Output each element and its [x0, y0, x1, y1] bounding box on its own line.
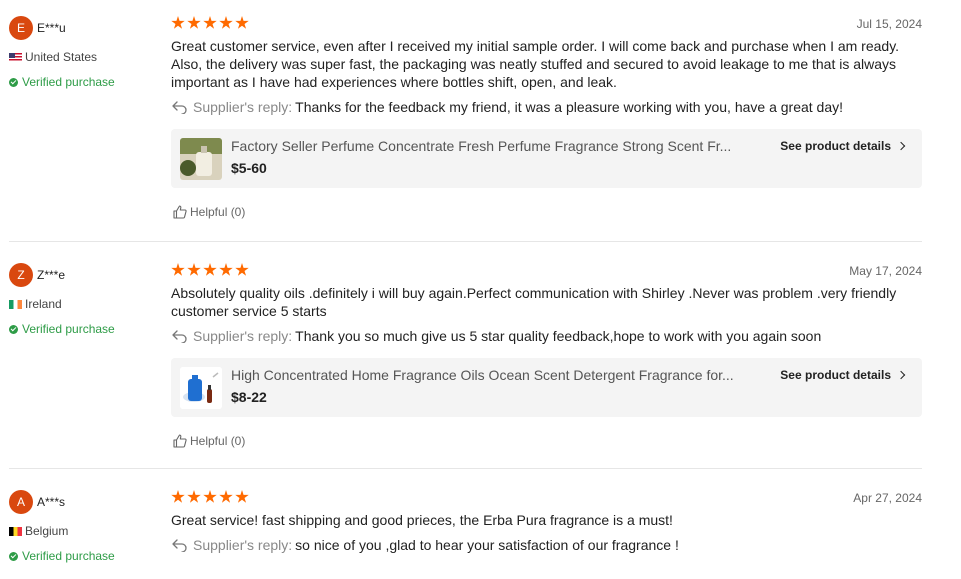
chevron-right-icon [896, 141, 906, 151]
product-thumbnail [180, 367, 222, 409]
country-label: Ireland [25, 297, 62, 311]
verified-label: Verified purchase [22, 322, 115, 336]
product-thumbnail [180, 138, 222, 180]
product-card[interactable]: High Concentrated Home Fragrance Oils Oc… [171, 358, 922, 417]
review-item: E E***u United States Verified purchase … [9, 0, 922, 242]
star-icon [235, 16, 249, 29]
star-icon [187, 16, 201, 29]
thumbs-up-icon [173, 434, 187, 448]
star-rating [171, 490, 249, 504]
see-product-details-label: See product details [780, 368, 891, 382]
review-item: Z Z***e Ireland Verified purchase May 17… [9, 242, 922, 469]
perfume-bottle-image [180, 138, 222, 180]
star-rating [171, 16, 249, 30]
star-icon [219, 490, 233, 503]
reviewer-country: United States [9, 50, 97, 64]
reply-label: Supplier's reply: [193, 99, 293, 115]
reply-arrow-icon [172, 330, 187, 343]
review-date: Jul 15, 2024 [856, 17, 922, 31]
star-icon [219, 16, 233, 29]
verified-check-icon [9, 551, 18, 561]
reply-text: Thanks for the feedback my friend, it wa… [295, 99, 844, 115]
supplier-reply: Supplier's reply: Thanks for the feedbac… [171, 99, 843, 115]
avatar: E [9, 16, 33, 40]
helpful-label: Helpful (0) [190, 434, 246, 448]
see-product-details-link[interactable]: See product details [780, 139, 906, 153]
reply-arrow-icon [172, 539, 187, 552]
reviewer-name: A***s [37, 495, 66, 509]
helpful-label: Helpful (0) [190, 205, 246, 219]
belgium-flag-icon [9, 526, 22, 536]
fragrance-oil-jug-image [180, 367, 222, 409]
star-icon [203, 490, 217, 503]
reply-label: Supplier's reply: [193, 328, 293, 344]
reviewer-name: Z***e [37, 268, 66, 282]
see-product-details-link[interactable]: See product details [780, 368, 906, 382]
verified-purchase-badge: Verified purchase [9, 322, 115, 336]
verified-check-icon [9, 324, 18, 334]
review-text: Great service! fast shipping and good pr… [171, 512, 673, 528]
star-rating [171, 263, 249, 277]
product-card[interactable]: Factory Seller Perfume Concentrate Fresh… [171, 129, 922, 188]
supplier-reply: Supplier's reply: so nice of you ,glad t… [171, 537, 679, 553]
review-date: May 17, 2024 [849, 264, 922, 278]
star-icon [171, 490, 185, 503]
helpful-button[interactable]: Helpful (0) [173, 205, 245, 219]
verified-purchase-badge: Verified purchase [9, 549, 115, 563]
product-title[interactable]: Factory Seller Perfume Concentrate Fresh… [231, 138, 766, 154]
country-label: United States [25, 50, 98, 64]
star-icon [187, 490, 201, 503]
reviewer-name: E***u [37, 21, 66, 35]
avatar: Z [9, 263, 33, 287]
review-text: Absolutely quality oils .definitely i wi… [171, 285, 897, 319]
review-item: A A***s Belgium Verified purchase Apr 27… [9, 469, 922, 579]
ireland-flag-icon [9, 299, 22, 309]
reply-text: so nice of you ,glad to hear your satisf… [295, 537, 679, 553]
reply-text: Thank you so much give us 5 star quality… [295, 328, 822, 344]
reply-label: Supplier's reply: [193, 537, 293, 553]
thumbs-up-icon [173, 205, 187, 219]
star-icon [171, 16, 185, 29]
review-date: Apr 27, 2024 [853, 491, 922, 505]
star-icon [171, 263, 185, 276]
star-icon [235, 490, 249, 503]
verified-purchase-badge: Verified purchase [9, 75, 115, 89]
verified-label: Verified purchase [22, 75, 115, 89]
country-label: Belgium [25, 524, 69, 538]
product-price: $8-22 [231, 389, 267, 405]
review-text: Great customer service, even after I rec… [171, 38, 900, 90]
supplier-reply: Supplier's reply: Thank you so much give… [171, 328, 821, 344]
see-product-details-label: See product details [780, 139, 891, 153]
star-icon [203, 16, 217, 29]
reviewer-country: Ireland [9, 297, 62, 311]
star-icon [187, 263, 201, 276]
star-icon [219, 263, 233, 276]
star-icon [203, 263, 217, 276]
helpful-button[interactable]: Helpful (0) [173, 434, 245, 448]
avatar: A [9, 490, 33, 514]
chevron-right-icon [896, 370, 906, 380]
verified-label: Verified purchase [22, 549, 115, 563]
reply-arrow-icon [172, 101, 187, 114]
star-icon [235, 263, 249, 276]
product-title[interactable]: High Concentrated Home Fragrance Oils Oc… [231, 367, 766, 383]
reviewer-country: Belgium [9, 524, 68, 538]
product-price: $5-60 [231, 160, 267, 176]
verified-check-icon [9, 77, 18, 87]
us-flag-icon [9, 52, 22, 62]
